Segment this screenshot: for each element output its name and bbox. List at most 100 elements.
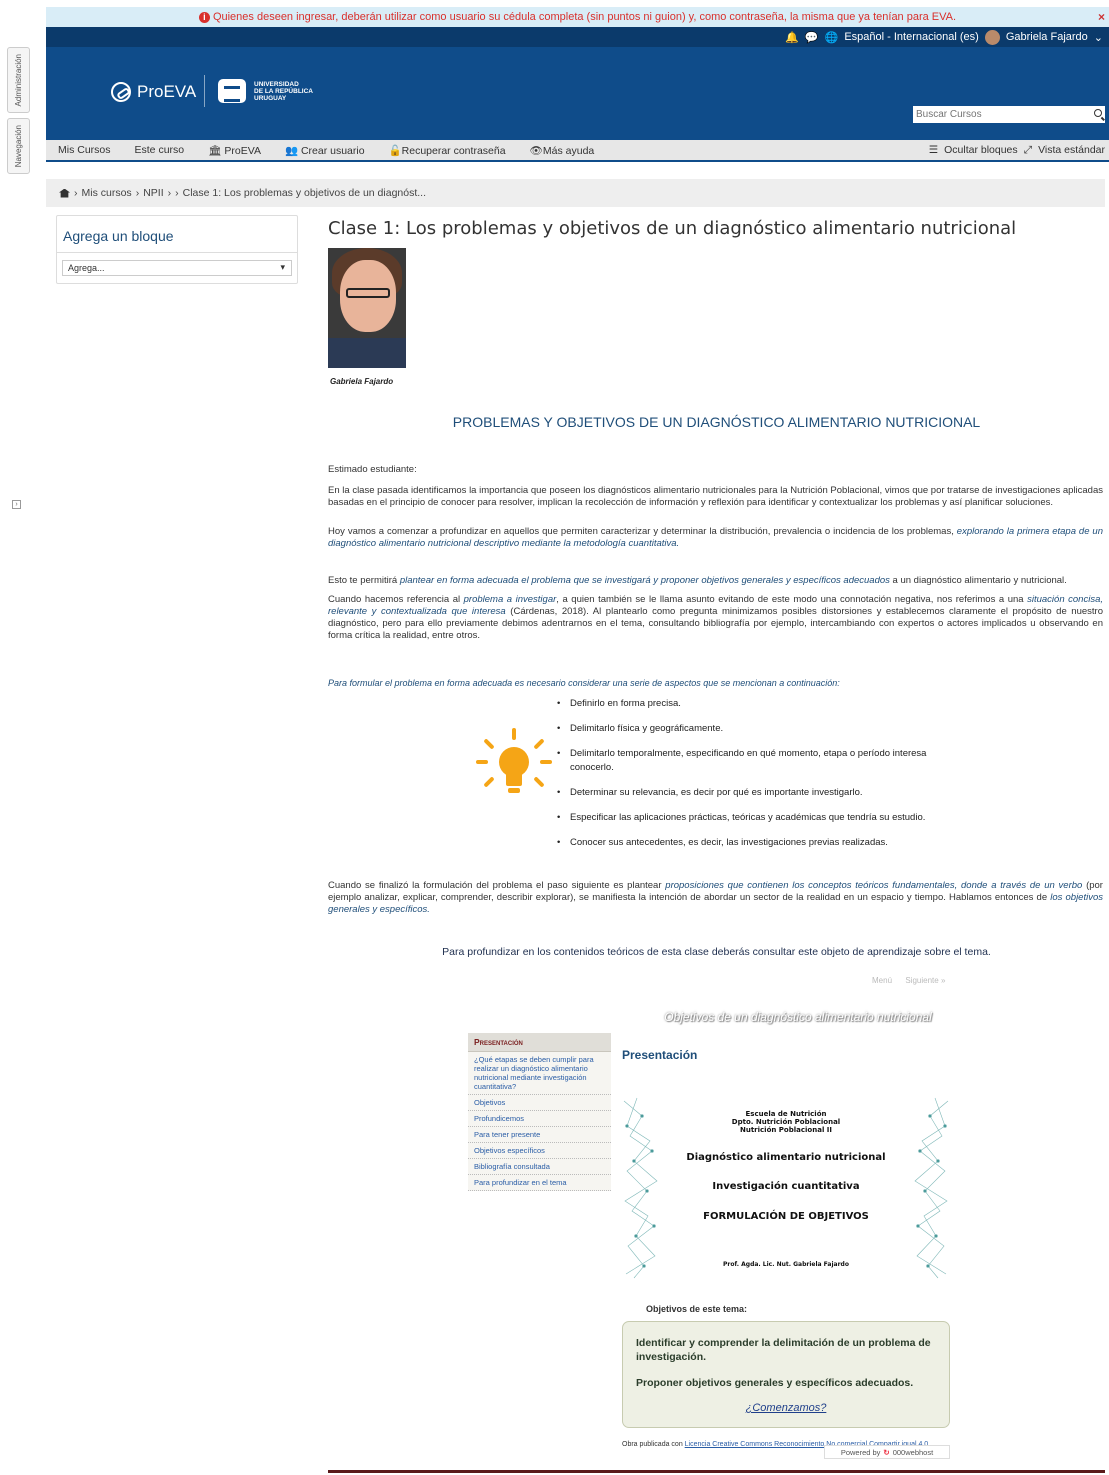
bank-icon: 🏛 [208, 144, 225, 157]
search-input[interactable] [913, 109, 1083, 120]
lo-menu-item[interactable]: Objetivos específicos [468, 1143, 611, 1159]
lo-menu-item[interactable]: Para profundizar en el tema [468, 1175, 611, 1191]
globe-icon: 🌐 [824, 31, 839, 44]
menu-this-course[interactable]: Este curso [123, 144, 197, 156]
eye-icon: 👁 [529, 144, 543, 157]
unlock-icon: 🔓 [388, 144, 402, 157]
lo-menu-item[interactable]: Para tener presente [468, 1127, 611, 1143]
paragraph-4-text-a: Cuando hacemos referencia al [328, 594, 464, 605]
proeva-logo-text: ProEVA [137, 82, 197, 101]
learning-object-note: Para profundizar en los contenidos teóri… [442, 946, 991, 958]
menu-more-help[interactable]: 👁Más ayuda [518, 144, 607, 157]
udelar-line3: URUGUAY [254, 94, 287, 102]
navigation-tab-label: Navegación [14, 124, 23, 168]
proeva-logo-icon [111, 82, 131, 102]
home-icon[interactable] [59, 188, 70, 198]
add-block-title: Agrega un bloque [57, 216, 297, 253]
user-navbar: 🔔 💬 🌐 Español - Internacional (es) Gabri… [46, 27, 1109, 47]
lo-menu-item[interactable]: ¿Qué etapas se deben cumplir para realiz… [468, 1052, 611, 1095]
language-menu[interactable]: Español - Internacional (es) [844, 31, 979, 43]
breadcrumb-sep-icon: › [167, 187, 172, 199]
breadcrumb-sep-icon: › [175, 187, 179, 199]
menu-recover-password[interactable]: 🔓Recuperar contraseña [377, 144, 518, 157]
search-icon[interactable] [1094, 109, 1102, 117]
slide-author: Prof. Agda. Lic. Nut. Gabriela Fajardo [723, 1261, 849, 1268]
menu-my-courses[interactable]: Mis Cursos [46, 144, 123, 156]
proeva-logo[interactable]: ProEVA [111, 82, 196, 102]
bell-icon[interactable]: 🔔 [785, 31, 799, 44]
list-item: Delimitarlo temporalmente, especificando… [557, 747, 967, 775]
network-decoration-right [914, 1097, 949, 1279]
expand-icon: ⤢ [1023, 143, 1033, 156]
paragraph-4-emphasis-a: problema a investigar [463, 594, 557, 605]
breadcrumb-item[interactable]: NPII [143, 187, 163, 199]
paragraph-3-text-a: Esto te permitirá [328, 575, 400, 586]
expand-dock-icon[interactable]: › [12, 500, 21, 509]
network-decoration-left [623, 1097, 658, 1279]
breadcrumb-sep-icon: › [135, 187, 140, 199]
admin-tab[interactable]: Administración [7, 47, 30, 113]
paragraph-5: Cuando se finalizó la formulación del pr… [328, 880, 1103, 916]
menu-create-user-label: Crear usuario [300, 144, 365, 157]
lo-menu-item[interactable]: Objetivos [468, 1095, 611, 1111]
chevron-down-icon[interactable]: ⌄ [1094, 31, 1103, 44]
user-menu[interactable]: Gabriela Fajardo [1006, 31, 1088, 43]
messages-icon[interactable]: 💬 [805, 31, 819, 44]
paragraph-3: Esto te permitirá plantear en forma adec… [328, 575, 1103, 587]
standard-view-button[interactable]: Vista estándar [1038, 144, 1105, 157]
navigation-tab[interactable]: Navegación [7, 118, 30, 174]
paragraph-4: Cuando hacemos referencia al problema a … [328, 594, 1103, 642]
slide-title-1: Diagnóstico alimentario nutricional [686, 1152, 886, 1163]
list-item: Definirlo en forma precisa. [557, 697, 967, 711]
paragraph-3-text-b: a un diagnóstico alimentario y nutricion… [889, 575, 1067, 586]
udelar-line1: UNIVERSIDAD [254, 80, 299, 88]
udelar-line2: DE LA REPÚBLICA [254, 87, 313, 95]
page-title: Clase 1: Los problemas y objetivos de un… [328, 218, 1017, 239]
paragraph-5-emphasis-a: proposiciones que contienen los concepto… [665, 880, 1083, 891]
course-search [913, 106, 1105, 123]
slide-title-3: FORMULACIÓN DE OBJETIVOS [703, 1211, 869, 1222]
menu-proeva-label: ProEVA [224, 144, 261, 157]
slide-school-name: Escuela de Nutrición [745, 1110, 827, 1118]
add-block-select[interactable]: Agrega... [62, 260, 292, 276]
slide-school: Escuela de Nutrición Dpto. Nutrición Pob… [662, 1110, 910, 1134]
lo-menu-item[interactable]: Profundicemos [468, 1111, 611, 1127]
lead-text: Para formular el problema en forma adecu… [328, 678, 840, 688]
close-icon[interactable]: × [1098, 7, 1105, 27]
lightbulb-icon [476, 728, 552, 793]
paragraph-2: Hoy vamos a comenzar a profundizar en aq… [328, 526, 1103, 550]
menu-recover-password-label: Recuperar contraseña [401, 144, 506, 157]
lo-menu-item[interactable]: Bibliografía consultada [468, 1159, 611, 1175]
aspects-list: Definirlo en forma precisa. Delimitarlo … [557, 697, 967, 861]
paragraph-1: En la clase pasada identificamos la impo… [328, 485, 1103, 508]
login-alert: i Quienes deseen ingresar, deberán utiliz… [46, 7, 1109, 27]
webhost-brand: 000webhost [892, 1447, 934, 1457]
author-photo [328, 248, 406, 368]
custom-menu: Mis Cursos Este curso 🏛 ProEVA 👥 Crear u… [46, 140, 1109, 162]
breadcrumb-sep-icon: › [74, 187, 78, 199]
breadcrumb-item[interactable]: Mis cursos [82, 187, 132, 199]
menu-create-user[interactable]: 👥 Crear usuario [273, 144, 377, 157]
menu-more-help-label: Más ayuda [542, 144, 595, 157]
powered-by-text: Powered by [840, 1447, 881, 1457]
add-user-icon: 👥 [284, 144, 301, 157]
menu-proeva[interactable]: 🏛 ProEVA [196, 144, 273, 157]
lo-menu-link[interactable]: Menú [872, 976, 892, 985]
avatar[interactable] [984, 29, 1000, 45]
bottom-divider [328, 1470, 1105, 1473]
objective-1: Identificar y comprender la delimitación… [636, 1337, 931, 1363]
breadcrumb-current[interactable]: Clase 1: Los problemas y objetivos de un… [183, 187, 426, 199]
udelar-badge-icon [218, 79, 246, 103]
lo-next-link[interactable]: Siguiente » [905, 976, 945, 985]
udelar-logo[interactable]: UNIVERSIDAD DE LA REPÚBLICA URUGUAY [218, 79, 313, 103]
start-link[interactable]: ¿Comenzamos? [636, 1402, 936, 1414]
lo-menu-head[interactable]: Presentación [468, 1033, 611, 1052]
add-block: Agrega un bloque Agrega... [56, 215, 298, 284]
list-item: Determinar su relevancia, es decir por q… [557, 786, 967, 800]
list-item: Conocer sus antecedentes, es decir, las … [557, 836, 967, 850]
hide-blocks-button[interactable]: Ocultar bloques [944, 144, 1018, 157]
objectives-subheading: Objetivos de este tema: [646, 1304, 748, 1314]
powered-by-badge[interactable]: Powered by ↻ 000webhost [824, 1445, 950, 1459]
slide-course: Nutrición Poblacional II [739, 1126, 832, 1134]
section-heading: PROBLEMAS Y OBJETIVOS DE UN DIAGNÓSTICO … [452, 414, 981, 430]
